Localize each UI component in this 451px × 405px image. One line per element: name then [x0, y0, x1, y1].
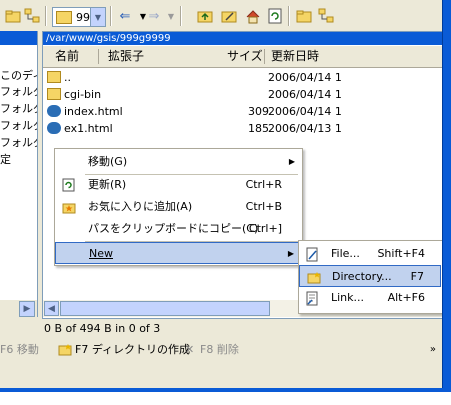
menu-item-label: パスをクリップボードにコピー(C) [88, 222, 259, 235]
folder-icon [56, 10, 72, 24]
scroll-left-arrow-icon[interactable]: ◀ [44, 301, 59, 316]
chevron-down-icon[interactable]: ▼ [162, 7, 180, 25]
tree-icon[interactable] [23, 7, 41, 25]
new-folder-icon [307, 270, 321, 284]
menu-item-shortcut: Ctrl+B [245, 200, 282, 213]
column-date-header[interactable]: 更新日時 [271, 46, 319, 67]
chevron-down-icon[interactable]: ▼ [90, 8, 105, 26]
submenu-item-shortcut: Alt+F6 [387, 291, 425, 304]
menu-item-copy-path[interactable]: パスをクリップボードにコピー(C) Ctrl+] [55, 218, 300, 240]
scrollbar-thumb[interactable] [60, 301, 270, 316]
left-list-item[interactable]: フォルダ [0, 101, 37, 117]
file-date: 2006/04/14 1 [268, 71, 342, 84]
close-icon: ✕ [185, 343, 195, 356]
folder-icon [47, 88, 61, 100]
table-row[interactable]: cgi-bin 2006/04/14 1 [43, 86, 442, 103]
f7-create-directory-button[interactable]: F7 ディレクトリの作成 [75, 340, 190, 360]
column-name-header[interactable]: 名前 [55, 46, 79, 67]
favorite-star-icon [62, 200, 76, 214]
file-name: index.html [64, 105, 123, 118]
left-list-item[interactable]: フォルダ [0, 118, 37, 134]
menu-item-label: 移動(G) [88, 155, 128, 168]
new-link-icon [306, 291, 320, 306]
submenu-item-shortcut: Shift+F4 [377, 247, 425, 260]
left-list-item[interactable]: このディレ [0, 68, 37, 84]
left-path-bar [0, 31, 37, 45]
new-file-icon [306, 247, 320, 262]
submenu-item-directory[interactable]: Directory... F7 [299, 265, 441, 287]
column-header: 名前 拡張子 サイズ 更新日時 [43, 46, 442, 68]
submenu-item-file[interactable]: File... Shift+F4 [299, 243, 441, 265]
menu-item-label: 更新(R) [88, 178, 127, 191]
submenu-item-shortcut: F7 [410, 270, 424, 283]
new-folder-icon [58, 343, 72, 357]
tree-icon[interactable] [317, 7, 335, 25]
folder-icon[interactable] [295, 7, 313, 25]
file-date: 2006/04/14 1 [268, 105, 342, 118]
menu-item-new[interactable]: New ▶ [55, 242, 300, 264]
scroll-right-arrow-icon[interactable]: ▶ [19, 301, 35, 317]
toolbar: 99 ▼ ⇐ ▼ ⇒ ▼ [0, 0, 442, 31]
column-extension-header[interactable]: 拡張子 [108, 46, 144, 67]
current-path-bar: /var/www/gsis/999g9999 [43, 32, 442, 45]
refresh-icon [62, 178, 76, 192]
new-submenu: File... Shift+F4 Directory... F7 Link...… [298, 240, 444, 314]
file-size: 185 [248, 122, 269, 135]
back-arrow-icon[interactable]: ⇐ [116, 7, 134, 25]
window-frame-bottom [0, 388, 451, 392]
window-frame-right [442, 0, 451, 392]
left-list-item[interactable]: 定 [0, 152, 37, 168]
function-key-bar: F6 移動 F7 ディレクトリの作成 ✕ F8 削除 » [0, 340, 442, 360]
file-date: 2006/04/13 1 [268, 122, 342, 135]
up-folder-icon[interactable] [196, 7, 214, 25]
more-chevron-icon[interactable]: » [430, 340, 436, 360]
left-list-item[interactable]: フォルダ [0, 135, 37, 151]
f6-move-button[interactable]: F6 移動 [0, 340, 39, 360]
column-size-header[interactable]: サイズ [227, 46, 263, 67]
submenu-item-label: Link... [331, 291, 365, 304]
table-row[interactable]: index.html 309 2006/04/14 1 [43, 103, 442, 120]
html-file-icon [47, 105, 61, 117]
submenu-arrow-icon: ▶ [287, 249, 294, 258]
directory-history-combo[interactable]: 99 ▼ [52, 7, 106, 27]
submenu-item-label: Directory... [332, 270, 392, 283]
menu-item-shortcut: Ctrl+R [245, 178, 282, 191]
menu-item-shortcut: Ctrl+] [248, 222, 282, 235]
left-horizontal-scrollbar[interactable]: ▶ [0, 300, 37, 317]
submenu-item-label: File... [331, 247, 360, 260]
menu-item-refresh[interactable]: 更新(R) Ctrl+R [55, 174, 300, 196]
combo-value: 99 [76, 10, 90, 24]
file-name: ex1.html [64, 122, 113, 135]
menu-item-move[interactable]: 移動(G) ▶ [55, 151, 300, 173]
folder-edit-icon[interactable] [220, 7, 238, 25]
parent-folder-icon [47, 71, 61, 83]
table-row[interactable]: .. 2006/04/14 1 [43, 69, 442, 86]
menu-item-label: お気に入りに追加(A) [88, 200, 193, 213]
file-size: 309 [248, 105, 269, 118]
folder-icon[interactable] [4, 7, 22, 25]
table-row[interactable]: ex1.html 185 2006/04/13 1 [43, 120, 442, 137]
refresh-icon[interactable] [266, 7, 284, 25]
html-file-icon [47, 122, 61, 134]
home-icon[interactable] [244, 7, 262, 25]
status-text: 0 B of 494 B in 0 of 3 [44, 322, 161, 335]
context-menu: 移動(G) ▶ 更新(R) Ctrl+R お気に入りに追加(A) Ctrl+B … [54, 148, 303, 266]
file-date: 2006/04/14 1 [268, 88, 342, 101]
forward-arrow-icon[interactable]: ⇒ [145, 7, 163, 25]
file-name: .. [64, 71, 71, 84]
f8-delete-button[interactable]: F8 削除 [200, 340, 239, 360]
menu-item-add-favorite[interactable]: お気に入りに追加(A) Ctrl+B [55, 196, 300, 218]
left-list-item[interactable]: フォルダ [0, 84, 37, 100]
submenu-item-link[interactable]: Link... Alt+F6 [299, 287, 441, 309]
submenu-arrow-icon: ▶ [288, 157, 295, 166]
file-name: cgi-bin [64, 88, 102, 101]
menu-item-label: New [89, 247, 113, 260]
